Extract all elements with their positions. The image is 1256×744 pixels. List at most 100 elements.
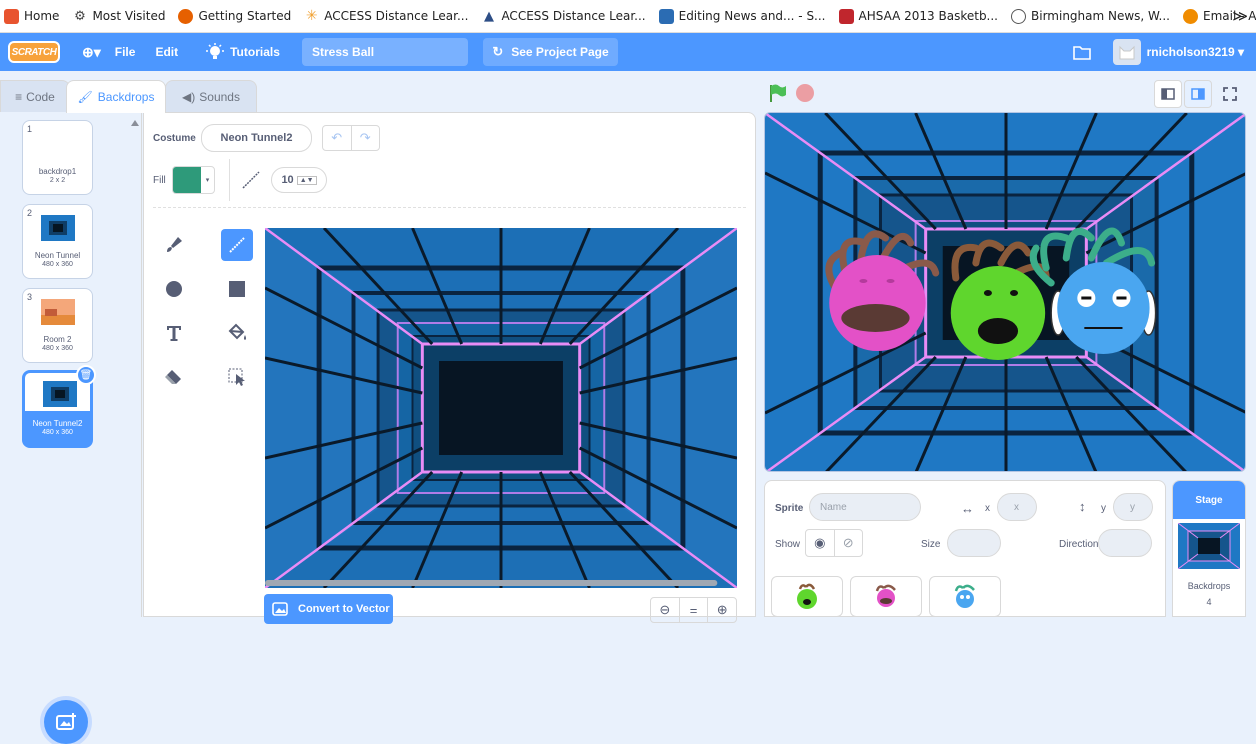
scratch-logo[interactable]: SCRATCH — [8, 41, 60, 63]
show-visible-button[interactable]: ◉ — [806, 530, 835, 556]
green-flag-icon[interactable] — [768, 83, 788, 103]
cat-icon — [1119, 45, 1135, 60]
file-menu[interactable]: File — [115, 45, 136, 59]
fullscreen-button[interactable] — [1216, 80, 1244, 108]
stepper-icon[interactable]: ▲▼ — [296, 175, 317, 185]
select-icon — [228, 368, 245, 386]
bookmark-access-2[interactable]: ▲ ACCESS Distance Lear... — [481, 8, 646, 24]
x-label: x — [985, 503, 990, 514]
access-triangle-icon: ▲ — [481, 8, 497, 24]
undo-button[interactable]: ↶ — [323, 126, 352, 150]
fill-label: Fill — [153, 175, 166, 186]
line-tool[interactable] — [221, 229, 253, 261]
bookmark-ahsaa[interactable]: AHSAA 2013 Basketb... — [838, 8, 998, 24]
delete-backdrop-button[interactable]: 🗑 — [76, 365, 96, 385]
show-hidden-button[interactable]: ⊘ — [835, 530, 863, 556]
redo-button[interactable]: ↷ — [352, 126, 380, 150]
large-stage-button[interactable] — [1184, 80, 1212, 108]
stage-backdrops-label: Backdrops — [1187, 581, 1231, 591]
costume-name-input[interactable]: Neon Tunnel2 — [201, 124, 312, 152]
swirl-icon: ↻ — [492, 44, 504, 59]
sprite-tile-blue[interactable] — [929, 576, 1001, 617]
green-ball-thumbnail — [797, 583, 817, 609]
brush-tool[interactable] — [158, 229, 190, 261]
backdrop-list: 1 backdrop1 2 x 2 2 Neon Tunnel 480 x 36… — [0, 112, 142, 744]
fullscreen-icon — [1223, 87, 1237, 101]
globe-icon — [1011, 8, 1026, 24]
username-menu[interactable]: rnicholson3219 ▾ — [1147, 45, 1244, 59]
show-label: Show — [775, 539, 801, 550]
bookmark-birmingham-news[interactable]: Birmingham News, W... — [1011, 8, 1170, 24]
sprite-tile-pink[interactable] — [850, 576, 922, 617]
tab-code[interactable]: ≡ Code — [0, 80, 70, 112]
zoom-in-button[interactable]: ⊕ — [708, 598, 736, 622]
stage-pane-title: Stage — [1173, 481, 1245, 519]
x-arrow-icon: ↔ — [961, 501, 974, 516]
stage-tunnel-artwork — [765, 113, 1245, 471]
eraser-tool[interactable] — [158, 361, 190, 393]
show-toggle: ◉ ⊘ — [805, 529, 863, 557]
editor-tabs: ≡ Code 🖌 Backdrops ◀) Sounds — [0, 80, 270, 113]
scratch-favicon-icon — [4, 8, 19, 24]
stop-button[interactable] — [796, 84, 814, 102]
news-icon — [658, 8, 674, 24]
circle-tool[interactable] — [158, 273, 190, 305]
undo-redo-group: ↶ ↷ — [322, 125, 380, 151]
rectangle-tool[interactable] — [221, 273, 253, 305]
bookmark-access-1[interactable]: ✳ ACCESS Distance Lear... — [304, 8, 468, 24]
user-area: rnicholson3219 ▾ — [1072, 39, 1244, 65]
chevron-down-icon: ▾ — [205, 177, 210, 184]
tab-backdrops[interactable]: 🖌 Backdrops — [66, 80, 166, 113]
circle-icon — [166, 281, 182, 297]
backdrop-card-4[interactable]: 4 Neon Tunnel2 480 x 360 🗑 — [22, 365, 96, 448]
stage-target-pane[interactable]: Stage Backdrops 4 — [1172, 480, 1246, 617]
direction-input[interactable] — [1098, 529, 1152, 557]
stage-canvas[interactable] — [764, 112, 1246, 472]
zoom-reset-button[interactable]: = — [680, 598, 709, 622]
sprite-label: Sprite — [775, 503, 804, 514]
small-stage-button[interactable] — [1154, 80, 1182, 108]
x-input[interactable]: x — [997, 493, 1037, 521]
paint-canvas[interactable] — [265, 228, 737, 588]
trash-icon: 🗑 — [79, 369, 93, 381]
bookmark-editing-news[interactable]: Editing News and... - S... — [658, 8, 826, 24]
room-thumbnail — [41, 299, 75, 325]
fill-color-picker[interactable]: ▾ — [172, 166, 215, 194]
large-stage-icon — [1191, 88, 1205, 100]
bookmark-most-visited[interactable]: ⚙ Most Visited — [72, 8, 165, 24]
convert-to-vector-button[interactable]: Convert to Vector — [264, 594, 393, 624]
email-icon — [1182, 8, 1198, 24]
sprite-tile-green[interactable] — [771, 576, 843, 617]
rectangle-icon — [229, 281, 245, 297]
backdrop-card-2[interactable]: 2 Neon Tunnel 480 x 360 — [22, 204, 93, 279]
menu-bar: SCRATCH ⊕▾ File Edit Tutorials Stress Ba… — [0, 33, 1256, 71]
y-input[interactable]: y — [1113, 493, 1153, 521]
avatar[interactable] — [1112, 39, 1141, 65]
project-title-input[interactable]: Stress Ball — [302, 38, 468, 66]
sprite-name-input[interactable]: Name — [809, 493, 921, 521]
select-tool[interactable] — [221, 361, 253, 393]
fill-swatch — [173, 167, 201, 193]
tab-sounds[interactable]: ◀) Sounds — [165, 80, 257, 112]
choose-backdrop-button[interactable] — [44, 700, 88, 744]
line-icon — [229, 237, 245, 253]
edit-menu[interactable]: Edit — [155, 45, 178, 59]
fill-tool[interactable] — [221, 317, 253, 349]
stroke-width-input[interactable]: 10 ▲▼ — [271, 167, 327, 193]
tutorials-button[interactable]: Tutorials — [206, 43, 280, 61]
size-input[interactable] — [947, 529, 1001, 557]
bookmark-home[interactable]: Home — [4, 8, 59, 24]
text-tool[interactable] — [158, 317, 190, 349]
paint-bucket-icon — [228, 323, 246, 340]
sidebar-scroll-up-icon[interactable] — [131, 120, 139, 126]
text-icon — [167, 326, 181, 341]
zoom-out-button[interactable]: ⊖ — [651, 598, 680, 622]
backdrop-card-3[interactable]: 3 Room 2 480 x 360 — [22, 288, 93, 363]
bookmarks-overflow-icon[interactable]: ≫ — [1232, 7, 1248, 25]
see-project-page-button[interactable]: ↻ See Project Page — [483, 38, 618, 66]
bookmark-getting-started[interactable]: Getting Started — [178, 8, 291, 24]
folder-icon[interactable] — [1072, 45, 1091, 60]
backdrop-card-1[interactable]: 1 backdrop1 2 x 2 — [22, 120, 93, 195]
bookmarks-bar: Home ⚙ Most Visited Getting Started ✳ ACCE… — [0, 0, 1256, 33]
language-menu[interactable]: ⊕▾ — [82, 44, 101, 61]
